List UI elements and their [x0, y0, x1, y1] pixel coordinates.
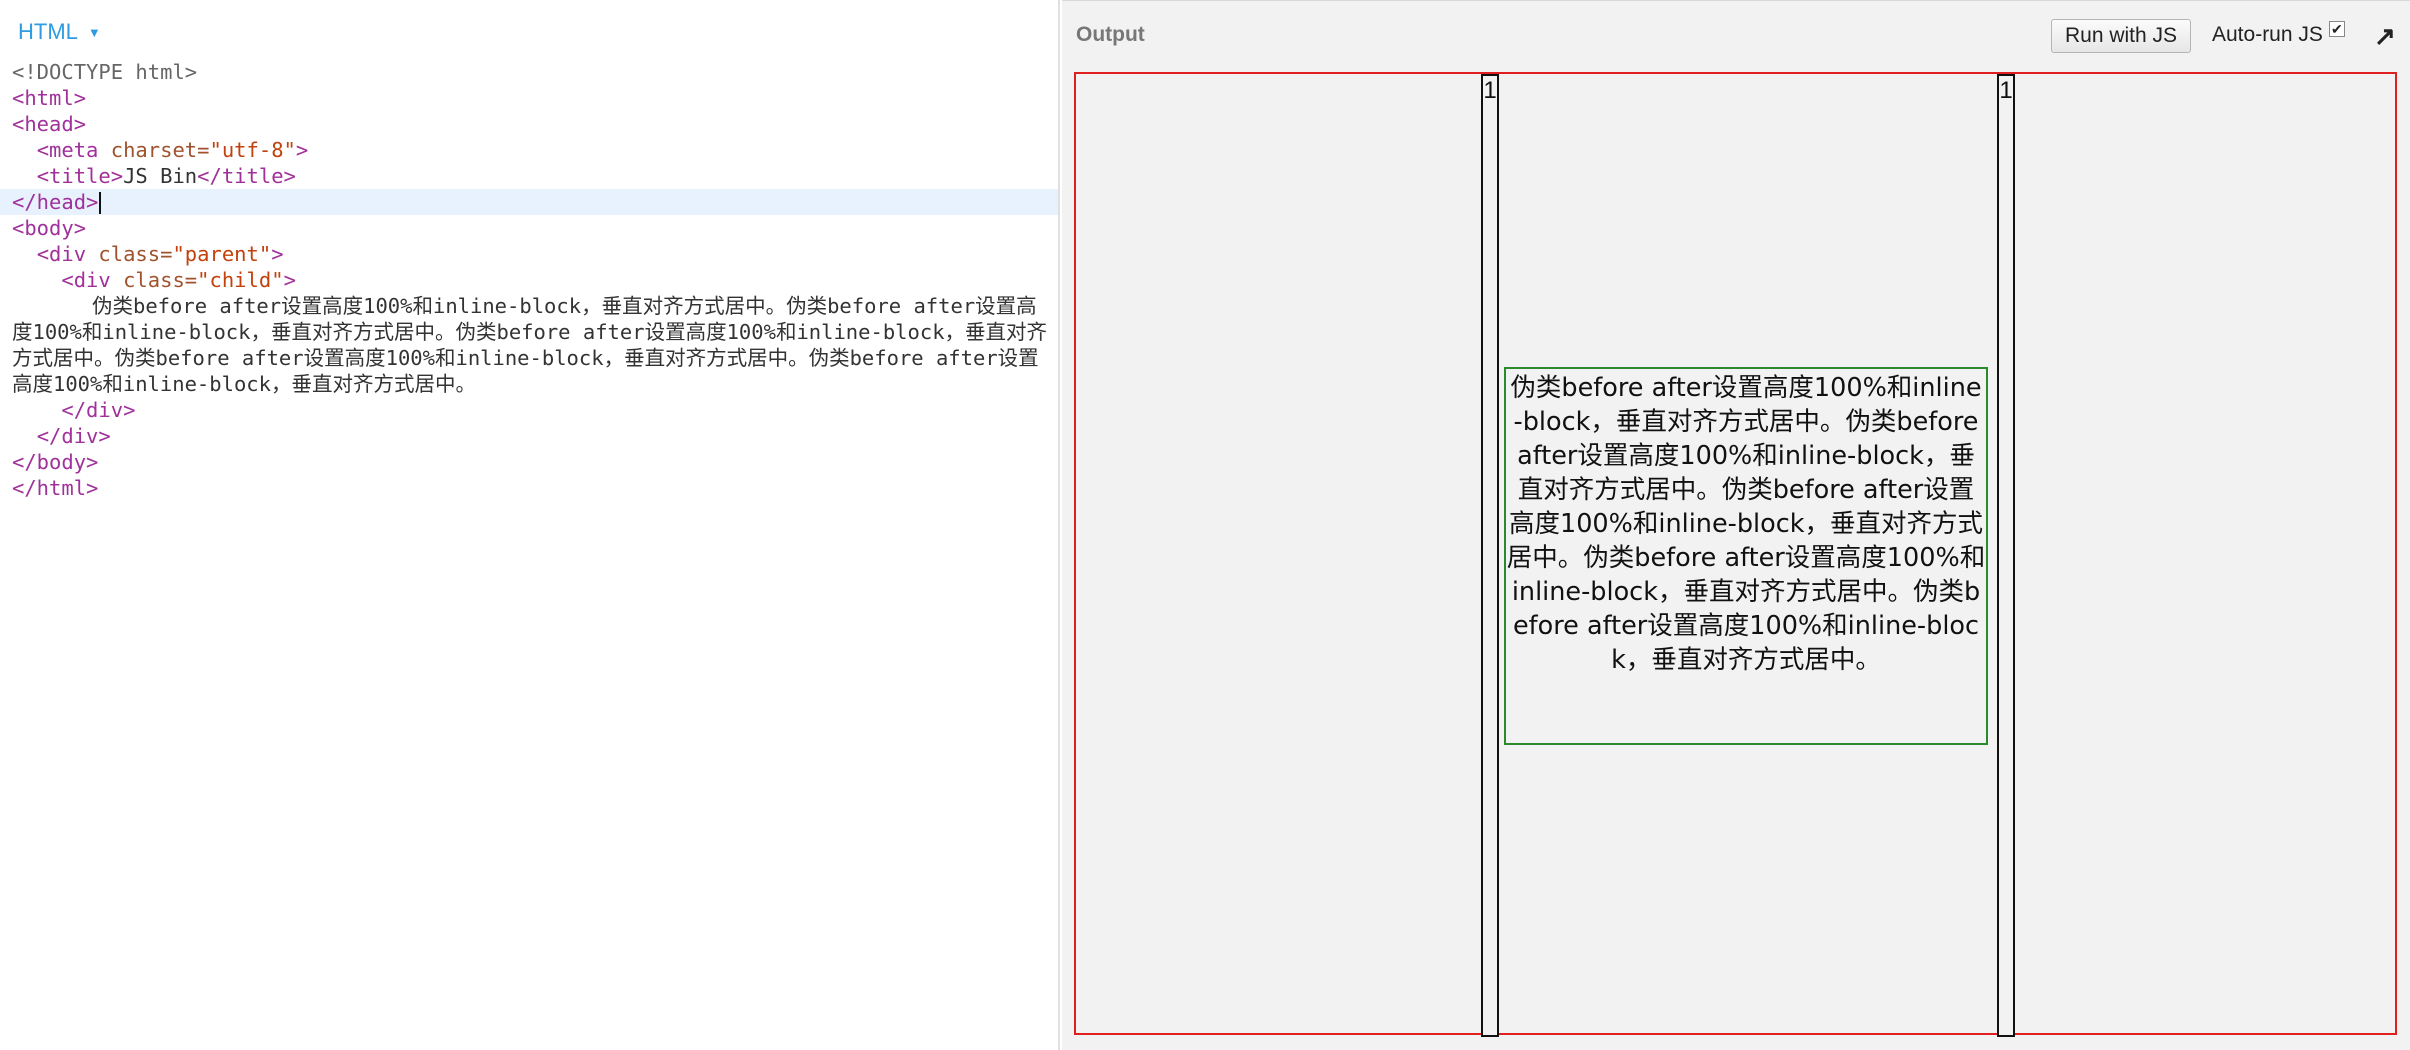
- after-pseudo-bar: 1: [1997, 74, 2015, 1037]
- code-token: "child": [197, 268, 284, 292]
- code-token: <body>: [12, 216, 87, 240]
- code-token: </body>: [12, 450, 99, 474]
- code-line[interactable]: <div class="child">: [0, 267, 1058, 293]
- autorun-toggle[interactable]: Auto-run JS ✔: [2212, 21, 2345, 47]
- code-token: "parent": [172, 242, 272, 266]
- code-token: <div: [36, 242, 99, 266]
- code-line[interactable]: <!DOCTYPE html>: [0, 59, 1058, 85]
- code-line[interactable]: <head>: [0, 111, 1058, 137]
- code-token: JS Bin: [123, 164, 198, 188]
- code-line-active[interactable]: </head>: [0, 189, 1058, 215]
- code-token: </title>: [197, 164, 296, 188]
- language-label: HTML: [18, 19, 78, 44]
- html-editor-panel: HTML ▼ <!DOCTYPE html> <html> <head> <me…: [0, 0, 1060, 1050]
- language-dropdown[interactable]: HTML ▼: [18, 19, 101, 45]
- code-token: 伪类before after设置高度100%和inline-block，垂直对齐…: [12, 294, 1048, 396]
- code-token: >: [283, 268, 296, 292]
- code-token: >: [295, 138, 309, 162]
- child-content-box: 伪类before after设置高度100%和inline-block，垂直对齐…: [1504, 367, 1988, 745]
- code-token: <meta: [36, 138, 111, 162]
- code-line[interactable]: </body>: [0, 449, 1058, 475]
- code-line[interactable]: </html>: [0, 475, 1058, 501]
- code-token: charset=: [110, 138, 210, 162]
- code-token: </html>: [12, 476, 99, 500]
- output-panel: Output Run with JS Auto-run JS ✔ ↗ 1 伪类b…: [1062, 0, 2410, 1050]
- code-line[interactable]: <title>JS Bin</title>: [0, 163, 1058, 189]
- code-editor[interactable]: <!DOCTYPE html> <html> <head> <meta char…: [0, 59, 1058, 501]
- code-token: <html>: [12, 86, 87, 110]
- code-token: class=: [123, 268, 198, 292]
- autorun-label: Auto-run JS: [2212, 23, 2323, 46]
- output-frame-parent: 1 伪类before after设置高度100%和inline-block，垂直…: [1074, 72, 2397, 1037]
- code-token: <div: [61, 268, 124, 292]
- before-pseudo-bar: 1: [1481, 74, 1499, 1037]
- code-line[interactable]: </div>: [0, 397, 1058, 423]
- code-token: </div>: [61, 398, 136, 422]
- code-token: </head>: [12, 190, 99, 214]
- code-line[interactable]: </div>: [0, 423, 1058, 449]
- code-token: >: [271, 242, 284, 266]
- code-line[interactable]: <body>: [0, 215, 1058, 241]
- code-token: <head>: [12, 112, 87, 136]
- code-line[interactable]: 伪类before after设置高度100%和inline-block，垂直对齐…: [0, 293, 1058, 397]
- caret-down-icon: ▼: [87, 24, 101, 40]
- code-line[interactable]: <html>: [0, 85, 1058, 111]
- text-cursor: [99, 192, 102, 214]
- code-line[interactable]: <meta charset="utf-8">: [0, 137, 1058, 163]
- code-line[interactable]: <div class="parent">: [0, 241, 1058, 267]
- code-token: </div>: [36, 424, 111, 448]
- output-label: Output: [1076, 23, 1145, 46]
- code-token: class=: [98, 242, 173, 266]
- editor-header: HTML ▼: [0, 0, 1058, 64]
- autorun-checkbox[interactable]: ✔: [2328, 21, 2345, 37]
- code-token: <!DOCTYPE html>: [12, 60, 198, 84]
- run-with-js-button[interactable]: Run with JS: [2051, 19, 2191, 53]
- code-token: <title>: [36, 164, 124, 188]
- popout-arrow-icon[interactable]: ↗: [2374, 21, 2396, 52]
- code-token: "utf-8": [209, 138, 296, 162]
- output-header: Output Run with JS Auto-run JS ✔ ↗: [1062, 1, 2410, 69]
